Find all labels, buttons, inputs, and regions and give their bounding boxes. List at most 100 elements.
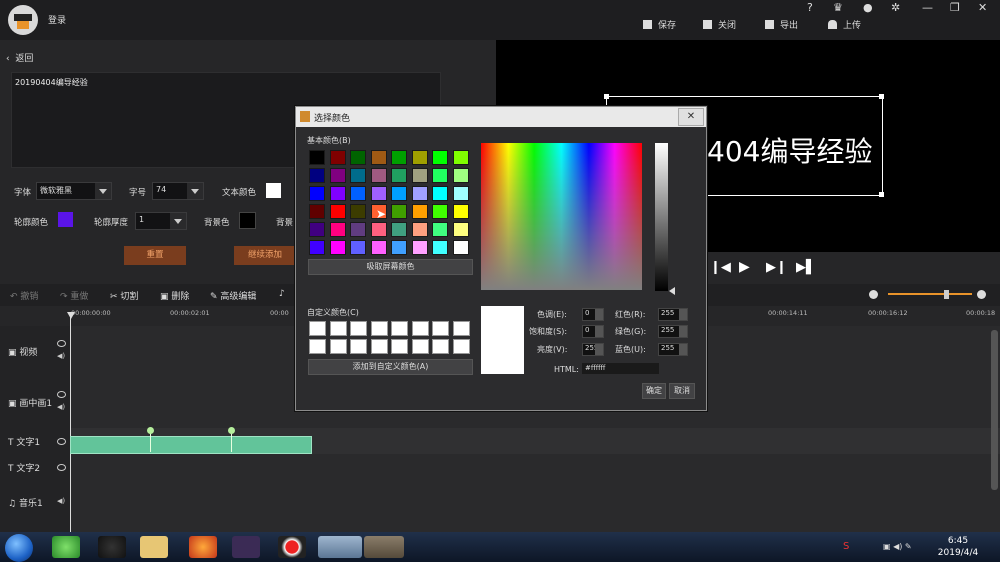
eye-icon[interactable] xyxy=(57,464,66,471)
upload-button[interactable]: 上传 xyxy=(828,18,861,31)
basic-color-swatch[interactable] xyxy=(391,222,407,237)
back-button[interactable]: ‹ 返回 xyxy=(6,51,33,64)
resize-handle[interactable] xyxy=(604,94,609,99)
basic-color-swatch[interactable] xyxy=(411,186,428,201)
basic-color-swatch[interactable] xyxy=(350,222,366,237)
basic-color-swatch[interactable] xyxy=(370,222,387,237)
basic-color-swatch[interactable] xyxy=(391,186,407,201)
basic-color-swatch[interactable] xyxy=(452,150,469,165)
basic-color-swatch[interactable] xyxy=(452,240,469,255)
basic-color-swatch[interactable] xyxy=(350,186,366,201)
basic-color-swatch[interactable] xyxy=(452,204,469,219)
speaker-icon[interactable]: ◀) xyxy=(57,352,65,360)
basic-color-swatch[interactable] xyxy=(329,222,346,237)
keyframe-marker[interactable] xyxy=(228,427,235,434)
basic-color-swatch[interactable] xyxy=(350,240,366,255)
basic-color-swatch[interactable] xyxy=(432,204,448,219)
next-frame-icon[interactable]: ▶❙ xyxy=(766,260,787,275)
basic-color-swatch[interactable] xyxy=(329,204,346,219)
mic-icon[interactable]: ♪ xyxy=(279,289,285,299)
window-close-button[interactable]: ✕ xyxy=(978,1,987,14)
outline-width-select[interactable]: 1 xyxy=(135,212,187,230)
minimize-button[interactable]: — xyxy=(922,1,933,14)
luminance-arrow-icon[interactable] xyxy=(669,287,675,295)
basic-color-swatch[interactable] xyxy=(309,222,325,237)
custom-color-swatch[interactable] xyxy=(391,321,408,336)
custom-color-swatch[interactable] xyxy=(370,339,388,354)
basic-color-swatch[interactable] xyxy=(432,186,448,201)
undo-button[interactable]: ↶ 撤销 xyxy=(10,289,38,302)
custom-color-swatch[interactable] xyxy=(350,321,367,336)
custom-color-swatch[interactable] xyxy=(329,339,347,354)
basic-color-swatch[interactable] xyxy=(452,168,469,183)
cancel-button[interactable]: 取消 xyxy=(669,383,695,399)
color-spectrum[interactable] xyxy=(481,143,642,290)
custom-color-swatch[interactable] xyxy=(432,339,449,354)
pick-screen-color-button[interactable]: 吸取屏幕颜色 xyxy=(308,259,473,275)
export-button[interactable]: 导出 xyxy=(765,18,798,31)
delete-button[interactable]: ▣ 删除 xyxy=(160,289,189,302)
basic-color-swatch[interactable] xyxy=(452,186,469,201)
firefox-icon[interactable] xyxy=(189,536,217,558)
basic-color-swatch[interactable] xyxy=(329,150,346,165)
basic-color-swatch[interactable] xyxy=(432,240,448,255)
tray-icons[interactable]: ▣ ◀) ✎ xyxy=(883,542,912,551)
luminance-slider[interactable] xyxy=(655,143,668,291)
saturation-spinbox[interactable]: 0 xyxy=(582,325,604,338)
redo-button[interactable]: ↷ 重做 xyxy=(60,289,88,302)
zoom-slider-handle[interactable] xyxy=(944,290,949,299)
ok-button[interactable]: 确定 xyxy=(642,383,666,399)
custom-color-swatch[interactable] xyxy=(309,339,326,354)
resize-handle[interactable] xyxy=(879,192,884,197)
custom-color-swatch[interactable] xyxy=(329,321,347,336)
green-spinbox[interactable]: 255 xyxy=(658,325,688,338)
basic-color-swatch[interactable] xyxy=(391,240,407,255)
custom-color-swatch[interactable] xyxy=(452,339,470,354)
basic-color-swatch[interactable] xyxy=(350,204,366,219)
clock[interactable]: 6:45 2019/4/4 xyxy=(933,535,983,559)
basic-color-swatch[interactable] xyxy=(309,204,325,219)
start-button[interactable] xyxy=(5,534,33,562)
size-select[interactable]: 74 xyxy=(152,182,204,200)
media-icon[interactable] xyxy=(232,536,260,558)
advanced-edit-button[interactable]: ✎ 高级编辑 xyxy=(210,289,256,302)
custom-color-swatch[interactable] xyxy=(452,321,470,336)
basic-color-swatch[interactable] xyxy=(411,168,428,183)
basic-color-swatch[interactable] xyxy=(411,150,428,165)
keyframe-marker[interactable] xyxy=(147,427,154,434)
hue-spinbox[interactable]: 0 xyxy=(582,308,604,321)
eye-icon[interactable] xyxy=(57,340,66,347)
close-icon[interactable]: ✕ xyxy=(678,108,704,126)
playhead-marker[interactable] xyxy=(67,312,75,319)
eye-icon[interactable] xyxy=(57,391,66,398)
skip-end-icon[interactable]: ▶▌ xyxy=(796,260,816,275)
html-color-input[interactable]: #ffffff xyxy=(582,363,659,374)
track-text2[interactable] xyxy=(0,454,1000,481)
qq-icon[interactable] xyxy=(98,536,126,558)
basic-color-swatch[interactable] xyxy=(452,222,469,237)
basic-color-swatch[interactable] xyxy=(309,168,325,183)
timeline-scrollbar[interactable] xyxy=(991,330,998,490)
custom-color-swatch[interactable] xyxy=(411,321,429,336)
basic-color-swatch[interactable] xyxy=(432,168,448,183)
basic-color-swatch[interactable] xyxy=(329,186,346,201)
browser-icon[interactable] xyxy=(52,536,80,558)
custom-color-swatch[interactable] xyxy=(391,339,408,354)
play-icon[interactable]: ▶ xyxy=(739,259,750,275)
basic-color-swatch[interactable] xyxy=(309,240,325,255)
prev-frame-icon[interactable]: ❙◀ xyxy=(710,260,731,275)
basic-color-swatch[interactable] xyxy=(350,168,366,183)
maximize-button[interactable]: ❐ xyxy=(950,1,960,14)
add-custom-color-button[interactable]: 添加到自定义颜色(A) xyxy=(308,359,473,375)
red-spinbox[interactable]: 255 xyxy=(658,308,688,321)
blue-spinbox[interactable]: 255 xyxy=(658,343,688,356)
app-window-icon[interactable] xyxy=(318,536,362,558)
basic-color-swatch[interactable] xyxy=(329,168,346,183)
basic-color-swatch[interactable] xyxy=(329,240,346,255)
basic-color-swatch[interactable] xyxy=(411,240,428,255)
help-button[interactable]: ? xyxy=(807,1,813,14)
basic-color-swatch[interactable] xyxy=(370,150,387,165)
basic-color-swatch[interactable] xyxy=(432,222,448,237)
text-clip[interactable] xyxy=(70,436,312,454)
font-select[interactable]: 微软雅黑 xyxy=(36,182,112,200)
